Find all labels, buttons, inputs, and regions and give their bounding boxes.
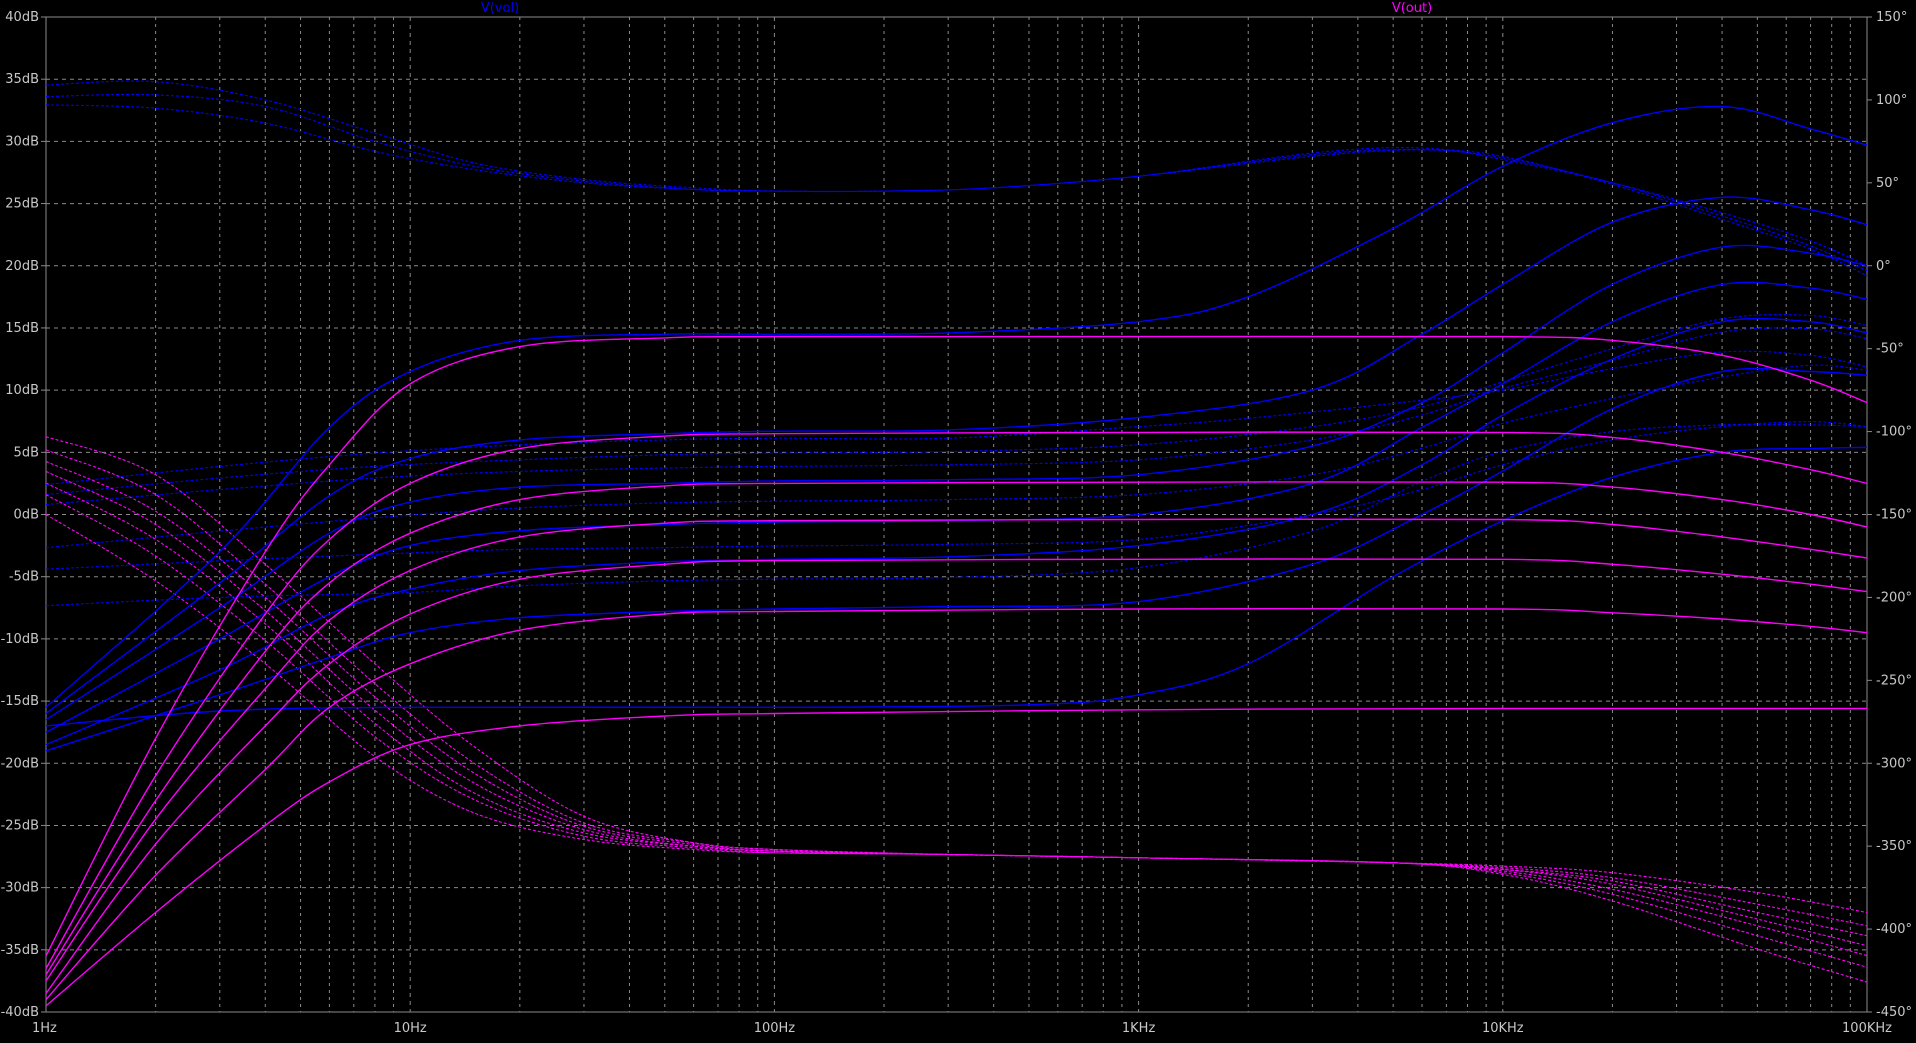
magnitude-line-0 bbox=[45, 105, 1868, 708]
y-tick-label: 35dB bbox=[5, 72, 39, 87]
y2-tick-label: -100° bbox=[1876, 425, 1912, 440]
legend: V(vol) V(out) bbox=[481, 1, 1432, 16]
axis-labels: 40dB 35dB 30dB 25dB 20dB 15dB 10dB 5dB 0dB -5dB -1… bbox=[1, 10, 1912, 1036]
series-layer bbox=[45, 80, 1868, 1007]
grid bbox=[45, 16, 1868, 1013]
phase-line-2 bbox=[45, 104, 1868, 277]
x-tick-label: 100KHz bbox=[1842, 1021, 1892, 1036]
y2-tick-label: -350° bbox=[1876, 839, 1912, 854]
y2-tick-label: -50° bbox=[1876, 342, 1904, 357]
phase-line-1 bbox=[45, 93, 1868, 272]
y-tick-label: 30dB bbox=[5, 134, 39, 149]
y2-tick-label: -450° bbox=[1876, 1005, 1912, 1020]
y-tick-label: 25dB bbox=[5, 197, 39, 212]
y-tick-label: 5dB bbox=[14, 445, 39, 460]
legend-entry-vvol[interactable]: V(vol) bbox=[481, 1, 519, 16]
magnitude-line-6 bbox=[45, 446, 1868, 727]
y-tick-label: -20dB bbox=[1, 756, 39, 771]
y2-tick-label: 100° bbox=[1876, 93, 1907, 108]
magnitude-line-4 bbox=[45, 317, 1868, 746]
magnitude-line-1 bbox=[45, 196, 1868, 715]
phase-line-15 bbox=[45, 514, 1868, 983]
y2-tick-label: -250° bbox=[1876, 673, 1912, 688]
phase-line-11 bbox=[45, 460, 1868, 937]
y-tick-label: -40dB bbox=[1, 1005, 39, 1020]
y2-tick-label: 50° bbox=[1876, 176, 1899, 191]
phase-line-7 bbox=[45, 421, 1868, 570]
y2-tick-label: -300° bbox=[1876, 756, 1912, 771]
magnitude-line-9 bbox=[45, 481, 1868, 976]
magnitude-line-11 bbox=[45, 558, 1868, 994]
y2-tick-label: -200° bbox=[1876, 590, 1912, 605]
magnitude-line-3 bbox=[45, 281, 1868, 733]
x-tick-label: 10Hz bbox=[394, 1021, 427, 1036]
y-tick-label: 0dB bbox=[14, 508, 39, 523]
x-tick-label: 10KHz bbox=[1482, 1021, 1524, 1036]
y2-tick-label: -400° bbox=[1876, 922, 1912, 937]
bode-plot: 40dB 35dB 30dB 25dB 20dB 15dB 10dB 5dB 0dB -5dB -1… bbox=[0, 0, 1916, 1038]
y-tick-label: -15dB bbox=[1, 694, 39, 709]
y-tick-label: -25dB bbox=[1, 818, 39, 833]
phase-line-5 bbox=[45, 327, 1868, 506]
magnitude-line-13 bbox=[45, 707, 1867, 1007]
phase-line-9 bbox=[45, 436, 1868, 914]
y-tick-label: 20dB bbox=[5, 259, 39, 274]
x-tick-label: 1KHz bbox=[1122, 1021, 1156, 1036]
y-tick-label: -10dB bbox=[1, 632, 39, 647]
phase-line-13 bbox=[45, 482, 1868, 957]
y2-tick-label: 150° bbox=[1876, 10, 1907, 25]
plot-canvas: 40dB 35dB 30dB 25dB 20dB 15dB 10dB 5dB 0dB -5dB -1… bbox=[1, 1, 1912, 1036]
phase-line-14 bbox=[45, 494, 1868, 968]
y2-tick-label: -150° bbox=[1876, 508, 1912, 523]
phase-line-0 bbox=[45, 80, 1868, 267]
phase-line-4 bbox=[45, 314, 1868, 496]
y-tick-label: 10dB bbox=[5, 383, 39, 398]
y-tick-label: -35dB bbox=[1, 943, 39, 958]
y-tick-label: 15dB bbox=[5, 321, 39, 336]
y-tick-label: 40dB bbox=[5, 10, 39, 25]
y-tick-label: -5dB bbox=[9, 570, 39, 585]
magnitude-line-10 bbox=[45, 518, 1868, 982]
legend-entry-vout[interactable]: V(out) bbox=[1392, 1, 1432, 16]
y-tick-label: -30dB bbox=[1, 881, 39, 896]
x-tick-label: 100Hz bbox=[754, 1021, 796, 1036]
y2-tick-label: 0° bbox=[1876, 259, 1891, 274]
x-tick-label: 1Hz bbox=[32, 1021, 57, 1036]
magnitude-line-12 bbox=[45, 607, 1868, 1001]
